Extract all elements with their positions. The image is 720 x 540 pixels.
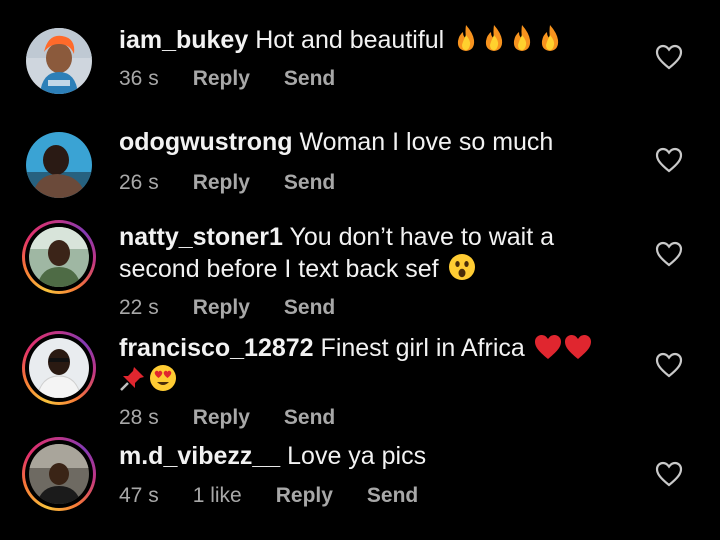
comment-meta: 36 s Reply Send xyxy=(119,67,369,91)
fire-emoji-icon xyxy=(542,25,559,51)
reply-button[interactable]: Reply xyxy=(193,406,250,429)
comment-meta: 26 s Reply Send xyxy=(119,171,369,195)
comment-timestamp: 47 s xyxy=(119,484,159,507)
avatar[interactable] xyxy=(26,132,92,198)
pushpin-emoji-icon xyxy=(120,367,144,391)
likes-count[interactable]: 1 like xyxy=(193,484,242,507)
avatar-image xyxy=(26,132,92,198)
avatar-image xyxy=(26,28,92,94)
avatar-image xyxy=(29,338,89,398)
heart-outline-icon[interactable] xyxy=(655,44,683,70)
fire-emoji-icon xyxy=(486,25,503,51)
comment-timestamp: 26 s xyxy=(119,171,159,194)
astonished-face-emoji-icon xyxy=(448,254,475,280)
avatar-story-ring[interactable] xyxy=(22,220,96,294)
red-heart-emoji-icon xyxy=(534,335,561,359)
comment-meta: 22 s Reply Send xyxy=(119,296,369,320)
comment-body: Hot and beautiful xyxy=(255,26,445,54)
comment-timestamp: 36 s xyxy=(119,67,159,90)
comment-body: Woman I love so much xyxy=(299,128,554,156)
comment-text: natty_stoner1 You don’t have to wait a s… xyxy=(119,222,609,285)
comment-body: Finest girl in Africa xyxy=(320,334,525,362)
comment-body: Love ya pics xyxy=(287,442,427,470)
username[interactable]: m.d_vibezz__ xyxy=(119,442,280,470)
send-button[interactable]: Send xyxy=(284,67,335,90)
username[interactable]: francisco_12872 xyxy=(119,334,314,362)
avatar-image xyxy=(29,227,89,287)
heart-eyes-face-emoji-icon xyxy=(150,365,176,391)
comment-timestamp: 28 s xyxy=(119,406,159,429)
send-button[interactable]: Send xyxy=(284,296,335,319)
username[interactable]: iam_bukey xyxy=(119,26,248,54)
send-button[interactable]: Send xyxy=(367,484,418,507)
comment-text: odogwustrong Woman I love so much xyxy=(119,127,609,158)
avatar[interactable] xyxy=(26,28,92,94)
comment-meta: 47 s 1 like Reply Send xyxy=(119,484,452,508)
heart-outline-icon[interactable] xyxy=(655,241,683,267)
fire-emoji-group xyxy=(451,25,563,54)
fire-emoji-icon xyxy=(514,25,531,51)
reply-button[interactable]: Reply xyxy=(276,484,333,507)
reply-button[interactable]: Reply xyxy=(193,171,250,194)
heart-outline-icon[interactable] xyxy=(655,147,683,173)
comment-timestamp: 22 s xyxy=(119,296,159,319)
reply-button[interactable]: Reply xyxy=(193,296,250,319)
red-heart-emoji-icon xyxy=(564,335,591,359)
comment-text: iam_bukey Hot and beautiful xyxy=(119,24,609,56)
reply-button[interactable]: Reply xyxy=(193,67,250,90)
username[interactable]: natty_stoner1 xyxy=(119,223,283,251)
heart-outline-icon[interactable] xyxy=(655,461,683,487)
avatar-image xyxy=(29,444,89,504)
username[interactable]: odogwustrong xyxy=(119,128,293,156)
send-button[interactable]: Send xyxy=(284,171,335,194)
avatar-story-ring[interactable] xyxy=(22,331,96,405)
heart-outline-icon[interactable] xyxy=(655,352,683,378)
comment-meta: 28 s Reply Send xyxy=(119,406,369,430)
fire-emoji-icon xyxy=(458,25,475,51)
send-button[interactable]: Send xyxy=(284,406,335,429)
comment-text: m.d_vibezz__ Love ya pics xyxy=(119,441,609,472)
comment-text: francisco_12872 Finest girl in Africa xyxy=(119,333,609,396)
avatar-story-ring[interactable] xyxy=(22,437,96,511)
